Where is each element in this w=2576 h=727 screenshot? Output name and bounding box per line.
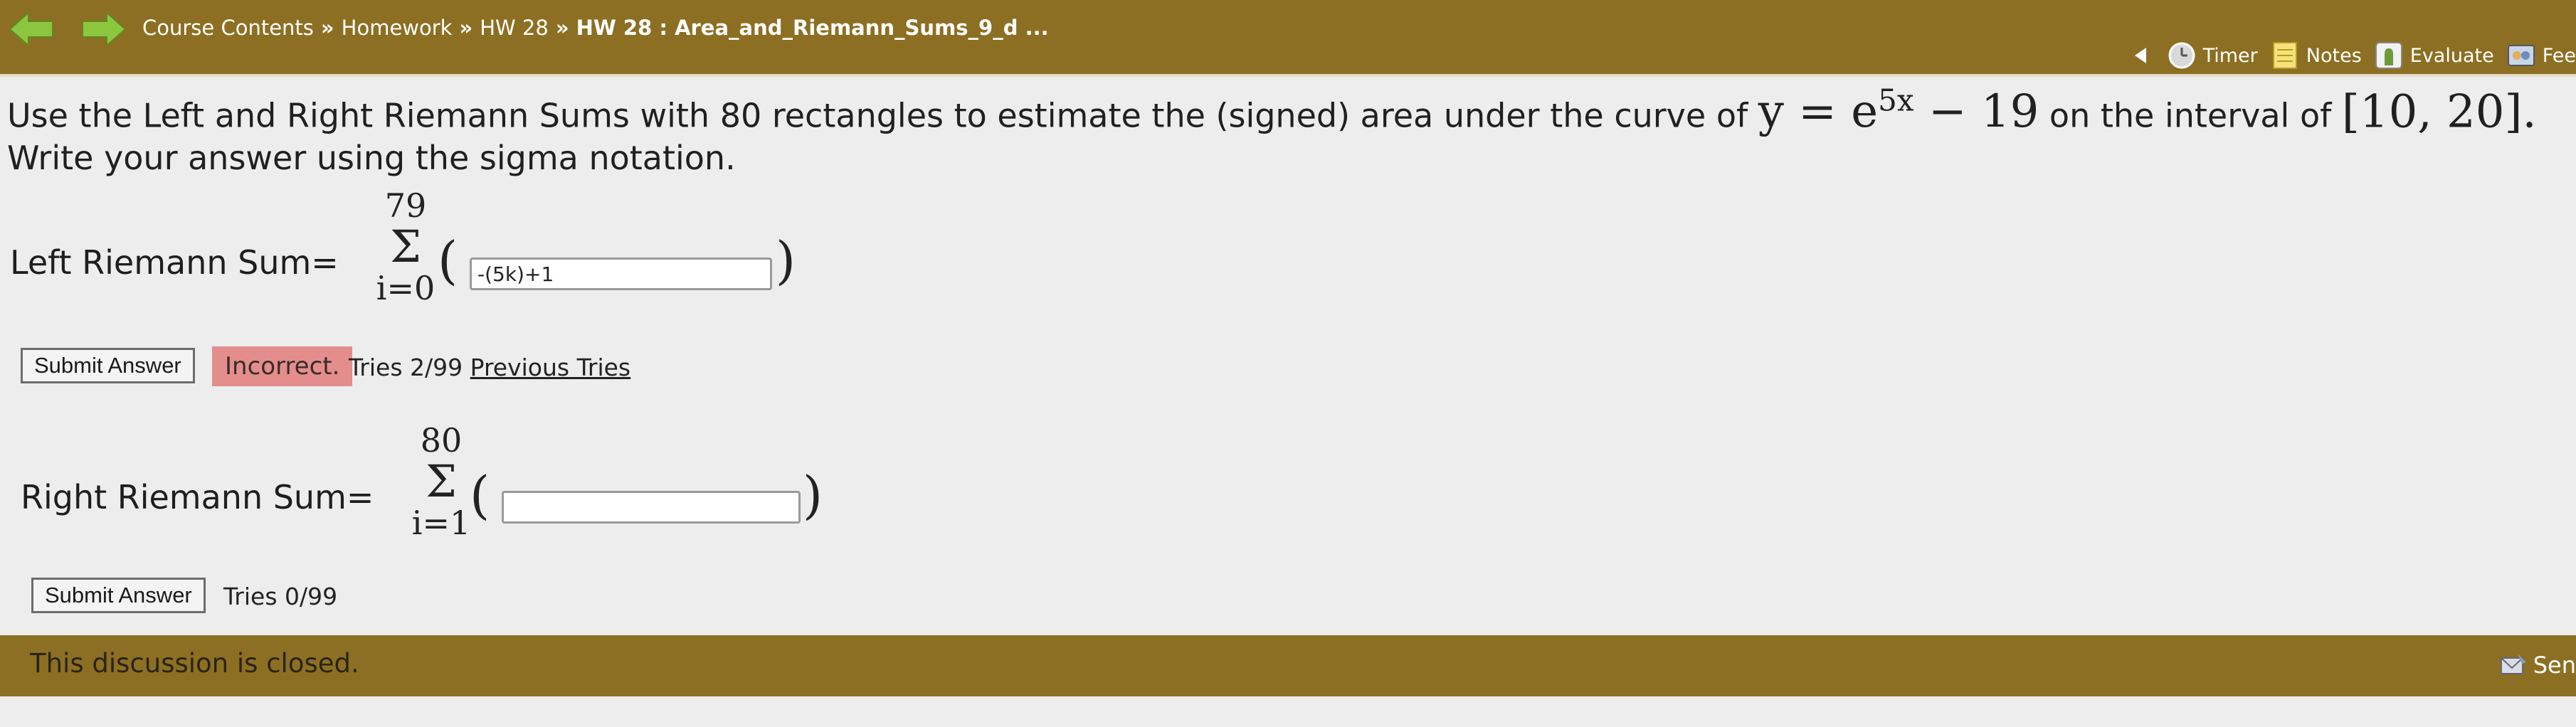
discussion-closed-text: This discussion is closed. [30,648,359,679]
timer-button[interactable]: Timer [2168,41,2258,70]
breadcrumb-separator: » [320,16,334,40]
breadcrumb-homework[interactable]: Homework [342,16,453,40]
back-arrow-icon[interactable] [10,13,53,46]
top-nav-bar: Course Contents» Homework» HW 28» HW 28 : A… [0,0,2576,77]
left-sigma-upper: 79 [384,186,427,225]
left-sigma-notation: 79 Σ i=0 [370,186,441,307]
right-sum-answer-input[interactable] [502,491,801,524]
right-sigma-lower: i=1 [411,504,471,542]
question-instruction: Write your answer using the sigma notati… [7,139,736,178]
breadcrumb-separator: » [459,16,473,40]
send-label: Sen [2533,652,2576,679]
left-sum-label: Left Riemann Sum= [10,243,339,282]
feedback-button[interactable]: Fee [2507,41,2576,70]
left-close-paren: ) [776,230,796,290]
evaluate-button[interactable]: Evaluate [2375,41,2494,70]
right-submit-answer-button[interactable]: Submit Answer [31,578,206,613]
left-open-paren: ( [438,230,458,290]
right-open-paren: ( [470,465,490,525]
timer-label: Timer [2202,44,2258,67]
right-sigma-upper: 80 [420,421,463,460]
feedback-label: Fee [2542,44,2576,67]
left-tries-info: Tries 2/99 Previous Tries [349,354,630,381]
interval-text: on the interval of [2049,96,2332,135]
right-tries-count: Tries 0/99 [223,583,338,610]
breadcrumb-current-page: HW 28 : Area_and_Riemann_Sums_9_d ... [576,16,1049,40]
question-intro: Use the Left and Right Riemann Sums with… [7,96,1748,135]
notes-button[interactable]: Notes [2271,41,2362,70]
breadcrumb: Course Contents» Homework» HW 28» HW 28 : A… [142,16,1049,40]
send-button[interactable]: Sen [2499,651,2576,679]
breadcrumb-separator: » [555,16,569,40]
breadcrumb-course-contents[interactable]: Course Contents [142,16,314,40]
right-sum-label: Right Riemann Sum= [21,478,374,516]
question-text: Use the Left and Right Riemann Sums with… [7,80,2569,179]
left-submit-answer-button[interactable]: Submit Answer [21,348,195,383]
collapse-triangle-icon[interactable] [2134,48,2146,63]
incorrect-status-badge: Incorrect. [212,346,353,386]
forward-arrow-icon[interactable] [83,13,125,46]
previous-tries-link[interactable]: Previous Tries [470,354,631,381]
discussion-bar: This discussion is closed. Sen [0,635,2576,696]
left-tries-count: Tries 2/99 [349,354,463,381]
breadcrumb-hw28[interactable]: HW 28 [480,16,549,40]
left-sigma-lower: i=0 [376,269,436,307]
right-sigma-notation: 80 Σ i=1 [406,421,477,542]
interval-value: [10, 20]. [2341,85,2537,139]
function-expression: y = e5x − 19 [1758,83,2039,139]
sigma-symbol: Σ [426,455,457,507]
toolbar: Timer Notes Evaluate Fee [2134,37,2576,74]
evaluate-label: Evaluate [2409,44,2494,67]
send-icon [2500,654,2526,674]
left-sum-answer-input[interactable] [470,258,772,290]
notepad-icon [2272,42,2297,69]
evaluate-icon [2375,42,2402,69]
clock-icon [2168,42,2195,69]
feedback-icon [2507,45,2535,66]
notes-label: Notes [2306,44,2362,67]
right-close-paren: ) [803,465,823,525]
sigma-symbol: Σ [390,221,421,272]
